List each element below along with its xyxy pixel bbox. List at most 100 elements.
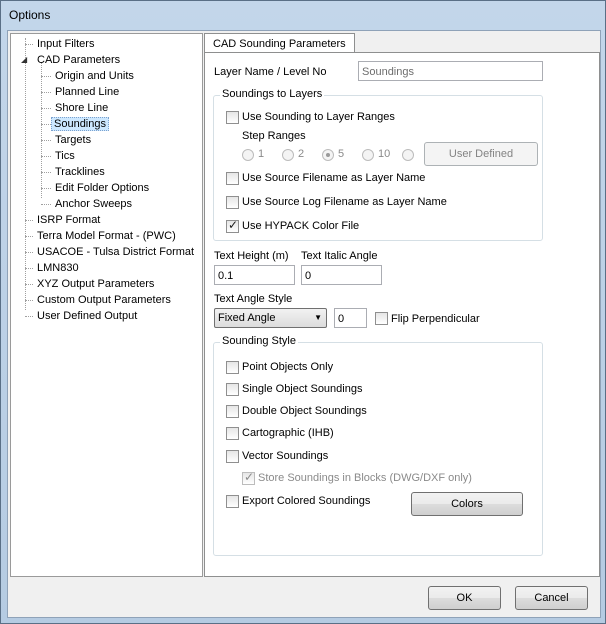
tree-item-label: Custom Output Parameters xyxy=(37,294,171,306)
double-object-checkbox[interactable] xyxy=(226,405,239,418)
point-objects-checkbox[interactable] xyxy=(226,361,239,374)
tree-item-label: Targets xyxy=(55,134,92,146)
step-radio-1[interactable] xyxy=(242,149,254,161)
tree-item-isrp-format[interactable]: ISRP Format xyxy=(25,212,102,228)
step-radio-5[interactable] xyxy=(322,149,334,161)
text-angle-field[interactable]: 0 xyxy=(334,308,367,328)
tree-item-cad-parameters[interactable]: ◢ CAD Parameters xyxy=(19,52,122,68)
tree-item-label: CAD Parameters xyxy=(37,54,121,66)
step-radio-custom[interactable] xyxy=(402,149,414,161)
tree-item-soundings[interactable]: Soundings xyxy=(41,116,109,132)
tree-branch xyxy=(41,140,51,141)
tree-item-label: Origin and Units xyxy=(55,70,134,82)
tree-item-planned-line[interactable]: Planned Line xyxy=(41,84,121,100)
cartographic-checkbox[interactable] xyxy=(226,427,239,440)
vector-soundings-label: Vector Soundings xyxy=(242,450,329,462)
tree-branch xyxy=(41,76,51,77)
step-radio-1-label: 1 xyxy=(258,148,265,160)
tree-branch xyxy=(41,172,51,173)
tab-strip: CAD Sounding Parameters xyxy=(204,33,600,54)
tree-branch xyxy=(41,204,51,205)
text-italic-angle-field[interactable]: 0 xyxy=(301,265,382,285)
layer-name-field[interactable]: Soundings xyxy=(358,61,543,81)
export-colored-label: Export Colored Soundings xyxy=(242,495,371,507)
tree-item-label: Edit Folder Options xyxy=(55,182,150,194)
tree-item-xyz-output[interactable]: XYZ Output Parameters xyxy=(25,276,156,292)
tree-item-label: Anchor Sweeps xyxy=(55,198,133,210)
cancel-button[interactable]: Cancel xyxy=(515,586,588,610)
step-radio-5-label: 5 xyxy=(338,148,345,160)
tree-item-lmn830[interactable]: LMN830 xyxy=(25,260,81,276)
tree-item-tics[interactable]: Tics xyxy=(41,148,77,164)
point-objects-label: Point Objects Only xyxy=(242,361,334,373)
export-colored-checkbox[interactable] xyxy=(226,495,239,508)
tab-cad-sounding-parameters[interactable]: CAD Sounding Parameters xyxy=(204,33,355,54)
tree-item-anchor-sweeps[interactable]: Anchor Sweeps xyxy=(41,196,134,212)
tree-item-label: XYZ Output Parameters xyxy=(37,278,155,290)
colors-button[interactable]: Colors xyxy=(411,492,523,516)
flip-perpendicular-label: Flip Perpendicular xyxy=(391,313,480,325)
tree-item-label: Terra Model Format - (PWC) xyxy=(37,230,176,242)
tree-branch xyxy=(41,108,51,109)
window-title: Options xyxy=(9,8,51,22)
double-object-label: Double Object Soundings xyxy=(242,405,367,417)
tree-item-label: ISRP Format xyxy=(37,214,101,226)
tree-item-label: User Defined Output xyxy=(37,310,138,322)
step-radio-10[interactable] xyxy=(362,149,374,161)
tree-branch xyxy=(25,300,33,301)
source-log-filename-label: Use Source Log Filename as Layer Name xyxy=(242,196,447,208)
single-object-label: Single Object Soundings xyxy=(242,383,363,395)
tree-item-origin-units[interactable]: Origin and Units xyxy=(41,68,136,84)
dropdown-arrow-icon: ▼ xyxy=(314,313,322,322)
tree-branch xyxy=(25,44,33,45)
tree-item-edit-folder-options[interactable]: Edit Folder Options xyxy=(41,180,151,196)
tree-item-custom-output[interactable]: Custom Output Parameters xyxy=(25,292,173,308)
layer-name-label: Layer Name / Level No xyxy=(214,66,327,78)
tree-item-shore-line[interactable]: Shore Line xyxy=(41,100,110,116)
tree-item-usacoe-tulsa[interactable]: USACOE - Tulsa District Format xyxy=(25,244,196,260)
options-tree[interactable]: Input Filters ◢ CAD Parameters Origin an… xyxy=(10,33,203,577)
step-ranges-label: Step Ranges xyxy=(242,130,306,142)
flip-perpendicular-checkbox[interactable] xyxy=(375,312,388,325)
source-filename-checkbox[interactable] xyxy=(226,172,239,185)
options-window: Options Input Filters ◢ CAD Parameters O… xyxy=(0,0,606,624)
hypack-color-checkbox[interactable] xyxy=(226,218,239,233)
cartographic-label: Cartographic (IHB) xyxy=(242,427,334,439)
use-layer-ranges-checkbox[interactable] xyxy=(226,111,239,124)
single-object-checkbox[interactable] xyxy=(226,383,239,396)
tree-branch xyxy=(41,92,51,93)
user-defined-button[interactable]: User Defined xyxy=(424,142,538,166)
tree-item-label: Shore Line xyxy=(55,102,109,114)
tree-item-terra-model[interactable]: Terra Model Format - (PWC) xyxy=(25,228,178,244)
tree-item-user-defined-output[interactable]: User Defined Output xyxy=(25,308,139,324)
tree-item-input-filters[interactable]: Input Filters xyxy=(25,36,96,52)
step-radio-2-label: 2 xyxy=(298,148,305,160)
title-bar[interactable]: Options xyxy=(1,1,605,29)
group-title: Soundings to Layers xyxy=(220,88,325,100)
source-log-filename-checkbox[interactable] xyxy=(226,196,239,209)
ok-button[interactable]: OK xyxy=(428,586,501,610)
tree-item-targets[interactable]: Targets xyxy=(41,132,93,148)
tree-item-label: LMN830 xyxy=(37,262,79,274)
tree-branch xyxy=(25,268,33,269)
tree-branch xyxy=(25,252,33,253)
tree-branch xyxy=(25,316,33,317)
tree-item-label: Planned Line xyxy=(55,86,120,98)
step-radio-2[interactable] xyxy=(282,149,294,161)
tree-item-label: Soundings xyxy=(51,117,109,131)
hypack-color-label: Use HYPACK Color File xyxy=(242,220,360,232)
selected-value: Fixed Angle xyxy=(218,312,276,324)
vector-soundings-checkbox[interactable] xyxy=(226,450,239,463)
dialog-client: Input Filters ◢ CAD Parameters Origin an… xyxy=(7,30,601,618)
tree-item-label: Tics xyxy=(55,150,75,162)
store-blocks-checkbox[interactable] xyxy=(242,470,255,485)
text-angle-style-dropdown[interactable]: Fixed Angle ▼ xyxy=(214,308,327,328)
tree-item-tracklines[interactable]: Tracklines xyxy=(41,164,107,180)
tab-panel: Layer Name / Level No Soundings Sounding… xyxy=(204,52,600,577)
tree-item-label: USACOE - Tulsa District Format xyxy=(37,246,195,258)
tree-branch xyxy=(41,188,51,189)
text-height-field[interactable]: 0.1 xyxy=(214,265,295,285)
text-height-label: Text Height (m) xyxy=(214,250,289,262)
sounding-style-group: Sounding Style Point Objects Only Single… xyxy=(213,335,543,556)
collapse-triangle-icon[interactable]: ◢ xyxy=(21,56,29,64)
